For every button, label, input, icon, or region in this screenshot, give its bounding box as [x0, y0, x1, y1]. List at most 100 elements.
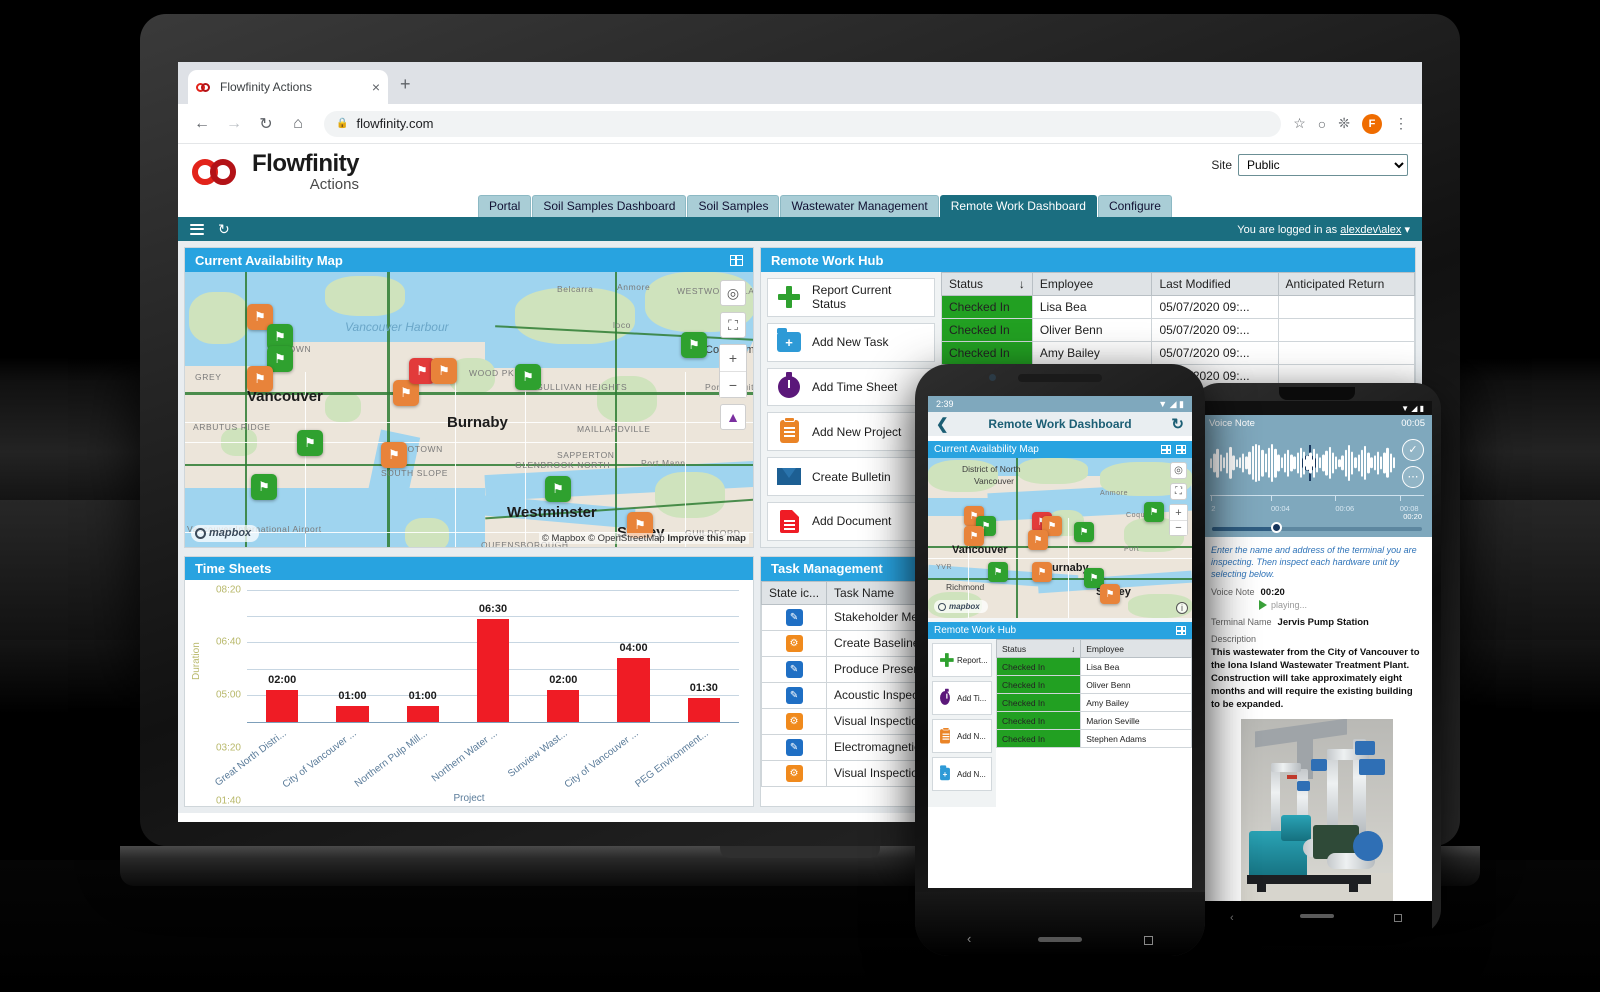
fullscreen-icon[interactable]: ⛶	[720, 312, 746, 338]
sort-arrow-icon[interactable]: ↓	[1071, 644, 1075, 654]
nav-tab-soil-samples-dashboard[interactable]: Soil Samples Dashboard	[532, 195, 687, 217]
action-button-add-new-task[interactable]: + Add New Task	[767, 322, 935, 362]
playing-status[interactable]: playing...	[1259, 600, 1423, 611]
address-bar[interactable]: 🔒 flowfinity.com	[324, 110, 1282, 137]
phone-back-icon[interactable]: ❮	[936, 415, 949, 433]
locate-icon[interactable]: ◎	[720, 280, 746, 306]
phone-hub-popout-icon[interactable]	[1176, 626, 1186, 635]
map-pin-green[interactable]: ⚑	[1144, 502, 1164, 522]
phone-nav-back-icon[interactable]: ‹	[967, 931, 971, 946]
phone-column-header-1[interactable]: Employee	[1080, 639, 1192, 658]
map-pin-orange[interactable]: ⚑	[1032, 562, 1052, 582]
map-pin-green[interactable]: ⚑	[545, 476, 571, 502]
voice-note-scrubber[interactable]	[1202, 521, 1432, 537]
action-button-add-new-project[interactable]: Add New Project	[767, 412, 935, 452]
zoom-out-button[interactable]: −	[720, 371, 746, 397]
map-pin-orange[interactable]: ⚑	[381, 442, 407, 468]
grid-view-icon[interactable]	[730, 254, 743, 266]
tablet-recents-icon[interactable]	[1394, 914, 1402, 922]
phone-zoom-out-button[interactable]: −	[1170, 520, 1187, 535]
phone-map-canvas[interactable]: District of NorthVancouverAnmoreCoquitla…	[928, 458, 1192, 618]
circle-icon[interactable]: ○	[1318, 116, 1326, 132]
phone-column-header-0[interactable]: Status ↓	[996, 639, 1082, 658]
map-pin-orange[interactable]: ⚑	[1028, 530, 1048, 550]
phone-action-button-3[interactable]: + Add N...	[932, 757, 992, 791]
phone-map-info-icon[interactable]: i	[1176, 602, 1188, 614]
voice-note-waveform[interactable]: ✓ ⋯	[1202, 431, 1432, 495]
close-tab-icon[interactable]: ×	[372, 80, 380, 94]
map-pin-orange[interactable]: ⚑	[1100, 584, 1120, 604]
hamburger-menu-icon[interactable]	[190, 221, 204, 237]
column-header-anticipated-return[interactable]: Anticipated Return	[1277, 272, 1415, 296]
phone-refresh-icon[interactable]: ↻	[1171, 415, 1184, 433]
chart-bar[interactable]	[476, 618, 510, 722]
logged-in-user-link[interactable]: alexdev\alex	[1340, 224, 1401, 236]
new-tab-button[interactable]: +	[400, 75, 411, 93]
map-pin-green[interactable]: ⚑	[297, 430, 323, 456]
improve-map-link[interactable]: Improve this map	[667, 533, 746, 544]
table-row[interactable]: Checked In Marion Seville	[996, 711, 1192, 730]
chart-bar[interactable]	[336, 705, 369, 722]
confirm-check-icon[interactable]: ✓	[1402, 438, 1424, 461]
home-icon[interactable]: ⌂	[284, 110, 312, 138]
nav-tab-configure[interactable]: Configure	[1097, 195, 1172, 217]
browser-tab[interactable]: Flowfinity Actions ×	[188, 70, 388, 104]
action-button-add-time-sheet[interactable]: Add Time Sheet	[767, 367, 935, 407]
map-pin-orange[interactable]: ⚑	[964, 526, 984, 546]
zoom-in-button[interactable]: +	[720, 345, 746, 371]
table-row[interactable]: Checked In Stephen Adams	[996, 729, 1192, 748]
map-pin-green[interactable]: ⚑	[988, 562, 1008, 582]
forward-icon[interactable]: →	[220, 110, 248, 138]
phone-recents-icon[interactable]	[1144, 936, 1153, 945]
reload-icon[interactable]: ↻	[252, 110, 280, 138]
phone-locate-icon[interactable]: ◎	[1170, 462, 1187, 479]
chart-bar[interactable]	[265, 689, 299, 722]
nav-tab-wastewater-management[interactable]: Wastewater Management	[780, 195, 939, 217]
table-row[interactable]: Checked In Oliver Benn 05/07/2020 09:...	[941, 318, 1415, 342]
map-pin-green[interactable]: ⚑	[251, 474, 277, 500]
site-select[interactable]: Public	[1238, 154, 1408, 176]
back-icon[interactable]: ←	[188, 110, 216, 138]
table-row[interactable]: Checked In Amy Bailey	[996, 693, 1192, 712]
phone-grid-view-icon[interactable]	[1161, 445, 1171, 454]
table-row[interactable]: Checked In Oliver Benn	[996, 675, 1192, 694]
map-pin-orange[interactable]: ⚑	[247, 366, 273, 392]
map-pin-orange[interactable]: ⚑	[431, 358, 457, 384]
nav-tab-portal[interactable]: Portal	[478, 195, 532, 217]
menu-kebab-icon[interactable]: ⋮	[1394, 115, 1408, 132]
compass-icon[interactable]: ▲	[720, 404, 746, 430]
more-options-icon[interactable]: ⋯	[1402, 465, 1424, 488]
action-button-add-document[interactable]: Add Document	[767, 501, 935, 541]
user-caret-icon[interactable]: ▾	[1404, 224, 1410, 236]
phone-fullscreen-icon[interactable]: ⛶	[1170, 483, 1187, 500]
scrubber-track[interactable]	[1212, 527, 1422, 531]
map-pin-green[interactable]: ⚑	[515, 364, 541, 390]
play-icon[interactable]	[1259, 600, 1267, 611]
chart-bar[interactable]	[547, 689, 580, 722]
action-button-report-current-status[interactable]: Report Current Status	[767, 278, 935, 317]
phone-action-button-1[interactable]: Add Ti...	[932, 681, 992, 715]
column-header-status[interactable]: Status ↓	[941, 272, 1033, 296]
column-header-last-modified[interactable]: Last Modified	[1151, 272, 1279, 296]
column-header-employee[interactable]: Employee	[1031, 272, 1153, 296]
table-row[interactable]: Checked In Lisa Bea	[996, 657, 1192, 676]
map-pin-green[interactable]: ⚑	[681, 332, 707, 358]
profile-avatar[interactable]: F	[1362, 113, 1382, 134]
phone-zoom-in-button[interactable]: +	[1170, 505, 1187, 520]
phone-home-indicator[interactable]	[1038, 937, 1082, 942]
chart-bar[interactable]	[687, 697, 721, 722]
bookmark-star-icon[interactable]: ☆	[1293, 115, 1306, 132]
phone-action-button-0[interactable]: Report...	[932, 643, 992, 677]
map-pin-green[interactable]: ⚑	[1074, 522, 1094, 542]
table-row[interactable]: Checked In Lisa Bea 05/07/2020 09:...	[941, 295, 1415, 319]
sort-arrow-icon[interactable]: ↓	[1019, 277, 1025, 291]
chart-bar[interactable]	[406, 705, 439, 722]
chart-bar[interactable]	[617, 658, 650, 722]
pump-station-photo[interactable]	[1241, 719, 1393, 901]
tablet-back-icon[interactable]: ‹	[1230, 912, 1234, 924]
waveform-canvas[interactable]	[1210, 443, 1396, 483]
refresh-icon[interactable]: ↻	[218, 221, 230, 238]
scrubber-thumb[interactable]	[1271, 522, 1282, 533]
phone-hub-table[interactable]: Status ↓ Employee Checked In Lisa Bea Checked…	[996, 639, 1192, 807]
column-header-0[interactable]: State ic...	[761, 580, 828, 605]
